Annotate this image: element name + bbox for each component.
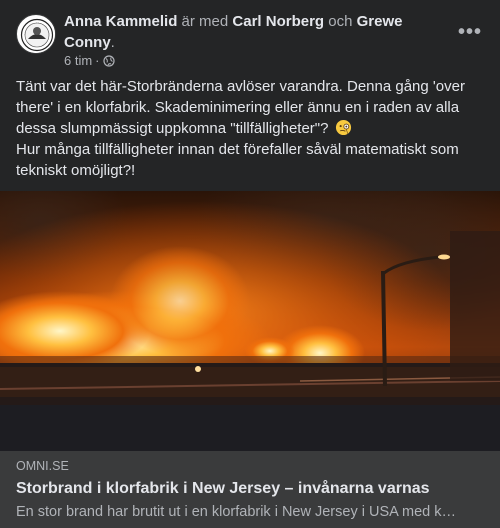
link-domain: OMNI.SE	[16, 459, 69, 473]
fire-scene-image	[0, 191, 500, 451]
post-photo[interactable]	[0, 191, 500, 451]
link-description: En stor brand har brutit ut i en klorfab…	[16, 504, 457, 520]
with-text: är med	[181, 13, 229, 30]
tagged-user-1[interactable]: Carl Norberg	[232, 13, 324, 30]
link-preview[interactable]: OMNI.SE Storbrand i klorfabrik i New Jer…	[0, 451, 500, 528]
post-header: Anna Kammelid är med Carl Norberg och Gr…	[64, 11, 424, 53]
author-name[interactable]: Anna Kammelid	[64, 13, 177, 30]
post-meta: 6 tim ·	[64, 53, 115, 68]
globe-icon	[102, 54, 115, 67]
monocle-face-emoji	[335, 119, 351, 136]
meta-separator: ·	[95, 53, 100, 68]
author-avatar[interactable]	[16, 14, 56, 54]
header-period: .	[110, 34, 115, 51]
more-options-icon[interactable]: •••	[456, 18, 484, 46]
post-time[interactable]: 6 tim	[64, 53, 92, 68]
post-body: Tänt var det här-Storbränderna avlöser v…	[16, 76, 486, 181]
and-text: och	[328, 13, 353, 30]
post-text-line2: Hur många tillfälligheter innan det före…	[16, 141, 459, 179]
post-card: Anna Kammelid är med Carl Norberg och Gr…	[0, 0, 500, 528]
link-title[interactable]: Storbrand i klorfabrik i New Jersey – in…	[16, 480, 486, 498]
post-text-line1: Tänt var det här-Storbränderna avlöser v…	[16, 78, 465, 137]
avatar-image	[18, 16, 55, 53]
